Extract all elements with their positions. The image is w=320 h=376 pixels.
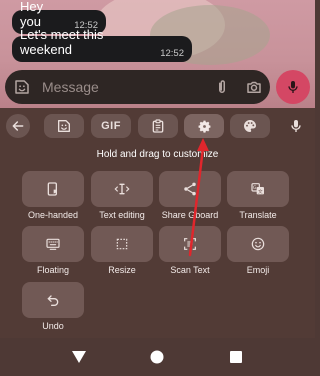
resize-icon [116,238,128,250]
translate-tile[interactable]: 文 G [227,171,289,207]
gif-label: GIF [101,120,121,132]
message-text: Let's meet this weekend [20,27,104,57]
toolbar-gif-button[interactable]: GIF [91,114,131,138]
nav-recents-icon[interactable] [230,351,242,363]
camera-icon[interactable] [245,78,263,96]
floating-tile[interactable] [22,226,84,262]
emoji-label: Emoji [246,265,270,275]
undo-tile[interactable] [22,282,84,318]
emoji-icon [251,237,265,251]
undo-label: Undo [42,321,64,331]
share-icon [184,182,196,196]
one-handed-label: One-handed [27,210,79,220]
scan-text-icon [184,238,196,250]
gear-icon [198,120,210,133]
clipboard-icon [152,119,164,133]
toolbar-clipboard-button[interactable] [138,114,178,138]
text-editing-tile[interactable] [91,171,153,207]
arrow-left-icon [12,121,24,131]
toolbar-theme-button[interactable] [230,114,270,138]
toolbar-settings-button[interactable] [184,114,224,138]
resize-tile[interactable] [91,226,153,262]
nav-home-icon[interactable] [150,350,164,364]
message-input-bar[interactable]: Message [5,70,270,104]
toolbar-sticker-button[interactable] [44,114,84,138]
message-time: 12:52 [160,48,184,59]
message-text: Hey you [20,0,44,29]
one-handed-tile[interactable] [22,171,84,207]
share-gboard-tile[interactable] [159,171,221,207]
one-handed-icon [47,182,57,196]
translate-label: Translate [239,210,277,220]
voice-message-button[interactable] [276,70,310,104]
toolbar-voice-button[interactable] [284,114,308,138]
system-navigation-bar [0,338,315,376]
message-bubble[interactable]: Let's meet this weekend 12:52 [12,27,192,62]
attach-icon[interactable] [213,78,231,96]
svg-text:G: G [253,185,257,191]
floating-keyboard-icon [46,238,60,250]
sticker-icon [58,120,70,132]
toolbar-back-button[interactable] [6,114,30,138]
customize-hint: Hold and drag to customize [96,149,219,160]
emoji-icon[interactable] [13,78,31,96]
nav-back-icon[interactable] [71,350,87,364]
text-editing-icon [114,183,130,195]
emoji-tile[interactable] [227,226,289,262]
undo-icon [47,295,59,306]
translate-icon: 文 G [251,183,264,195]
mic-icon [288,81,298,93]
floating-label: Floating [36,265,70,275]
mic-icon [291,120,301,132]
palette-icon [244,120,256,132]
scan-text-tile[interactable] [159,226,221,262]
message-input[interactable]: Message [42,79,99,95]
